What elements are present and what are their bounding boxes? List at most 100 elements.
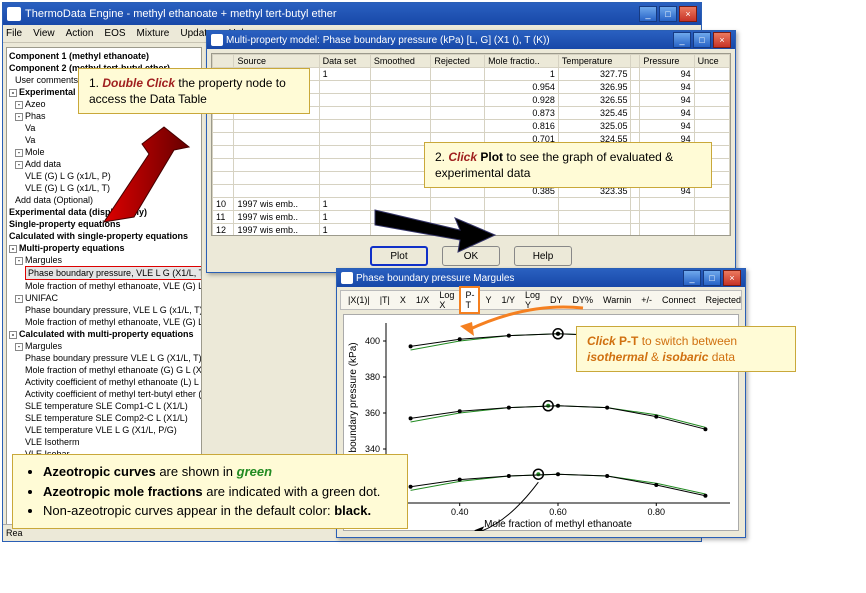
cell[interactable] (370, 133, 431, 146)
tree-vleisotherm[interactable]: VLE Isotherm (9, 436, 199, 448)
tree-margules[interactable]: Margules (25, 255, 62, 265)
cell[interactable] (631, 120, 640, 133)
cell[interactable]: 326.55 (558, 94, 631, 107)
cell[interactable] (319, 172, 370, 185)
cell[interactable] (431, 224, 485, 237)
tree-molefrac[interactable]: Mole fraction of methyl ethanoate, VLE (… (9, 280, 199, 292)
cell[interactable] (431, 107, 485, 120)
data-titlebar[interactable]: Multi-property model: Phase boundary pre… (207, 31, 735, 49)
tree-vle2[interactable]: VLE (G) L G (x1/L, T) (9, 182, 199, 194)
table-row[interactable]: 0.816325.0594 (213, 120, 730, 133)
cell[interactable] (319, 120, 370, 133)
tree-pbp[interactable]: Phase boundary pressure VLE L G (X1/L, T… (9, 352, 199, 364)
plot-tab-t[interactable]: |T| (375, 292, 395, 308)
cell[interactable] (234, 185, 319, 198)
close-button[interactable]: × (723, 270, 741, 286)
collapse-icon[interactable]: - (9, 89, 17, 97)
cell[interactable]: 1 (319, 198, 370, 211)
plot-tab-[interactable]: +/- (636, 292, 657, 308)
cell[interactable]: 325.05 (558, 120, 631, 133)
cell[interactable] (234, 133, 319, 146)
cell[interactable]: 1 (319, 68, 370, 81)
cell[interactable] (631, 94, 640, 107)
cell[interactable] (694, 120, 729, 133)
collapse-icon[interactable]: - (15, 101, 23, 109)
collapse-icon[interactable]: - (9, 331, 17, 339)
cell[interactable] (631, 68, 640, 81)
cell[interactable] (319, 107, 370, 120)
table-row[interactable]: 101997 wis emb..1 (213, 198, 730, 211)
cell[interactable] (370, 198, 431, 211)
plot-tab-logy[interactable]: Log Y (520, 287, 545, 313)
cell[interactable] (370, 159, 431, 172)
cell[interactable] (234, 159, 319, 172)
minimize-button[interactable]: _ (673, 32, 691, 48)
tree-sle1[interactable]: SLE temperature SLE Comp1-C L (X1/L) (9, 400, 199, 412)
tree-unifac[interactable]: UNIFAC (25, 293, 58, 303)
cell[interactable] (558, 224, 631, 237)
plot-tab-connect[interactable]: Connect (657, 292, 701, 308)
cell[interactable]: 11 (213, 211, 234, 224)
cell[interactable]: 94 (640, 107, 694, 120)
cell[interactable]: 94 (640, 81, 694, 94)
tree-adddata[interactable]: Add data (25, 159, 61, 169)
cell[interactable] (640, 224, 694, 237)
cell[interactable] (558, 211, 631, 224)
maximize-button[interactable]: □ (703, 270, 721, 286)
cell[interactable] (370, 172, 431, 185)
tree-va[interactable]: Va (9, 122, 199, 134)
col-header[interactable]: Temperature (558, 55, 631, 68)
cell[interactable]: 94 (640, 120, 694, 133)
col-header[interactable]: Pressure (640, 55, 694, 68)
col-header[interactable] (213, 55, 234, 68)
cell[interactable] (370, 81, 431, 94)
cell[interactable] (694, 224, 729, 237)
cell[interactable]: 1997 wis emb.. (234, 198, 319, 211)
close-button[interactable]: × (679, 6, 697, 22)
cell[interactable] (431, 120, 485, 133)
cell[interactable] (319, 159, 370, 172)
cell[interactable] (694, 81, 729, 94)
plot-tab-pt[interactable]: P-T (459, 286, 480, 314)
tree-actmtbe[interactable]: Activity coefficient of methyl tert-buty… (9, 388, 199, 400)
plot-tab-rejected[interactable]: Rejected (701, 292, 747, 308)
tree-azeo[interactable]: Azeo (25, 99, 46, 109)
menu-file[interactable]: File (6, 28, 22, 39)
plot-tab-x1[interactable]: |X(1)| (343, 292, 375, 308)
cell[interactable] (694, 68, 729, 81)
cell[interactable] (631, 211, 640, 224)
cell[interactable] (213, 146, 234, 159)
col-header[interactable] (631, 55, 640, 68)
cell[interactable] (631, 107, 640, 120)
tree-vle1[interactable]: VLE (G) L G (x1/L, P) (9, 170, 199, 182)
tree-va2[interactable]: Va (9, 134, 199, 146)
tree-mfeth[interactable]: Mole fraction of methyl ethanoate (G) G … (9, 364, 199, 376)
cell[interactable]: 1 (319, 224, 370, 237)
cell[interactable] (234, 172, 319, 185)
cell[interactable]: 0.928 (485, 94, 559, 107)
collapse-icon[interactable]: - (15, 343, 23, 351)
close-button[interactable]: × (713, 32, 731, 48)
maximize-button[interactable]: □ (693, 32, 711, 48)
col-header[interactable]: Mole fractio.. (485, 55, 559, 68)
cell[interactable] (370, 146, 431, 159)
menu-mixture[interactable]: Mixture (137, 28, 170, 39)
plot-button[interactable]: Plot (370, 246, 428, 266)
col-header[interactable]: Source (234, 55, 319, 68)
tree-comp1[interactable]: Component 1 (methyl ethanoate) (9, 50, 199, 62)
cell[interactable] (694, 198, 729, 211)
cell[interactable] (319, 133, 370, 146)
col-header[interactable]: Data set (319, 55, 370, 68)
plot-tab-y[interactable]: Y (480, 292, 496, 308)
cell[interactable] (694, 107, 729, 120)
cell[interactable]: 94 (640, 68, 694, 81)
ok-button[interactable]: OK (442, 246, 500, 266)
maximize-button[interactable]: □ (659, 6, 677, 22)
tree-pbp-vlt[interactable]: Phase boundary pressure, VLE L G (x1/L, … (9, 304, 199, 316)
cell[interactable] (431, 68, 485, 81)
col-header[interactable]: Rejected (431, 55, 485, 68)
cell[interactable] (631, 81, 640, 94)
minimize-button[interactable]: _ (683, 270, 701, 286)
collapse-icon[interactable]: - (9, 245, 17, 253)
cell[interactable] (319, 146, 370, 159)
